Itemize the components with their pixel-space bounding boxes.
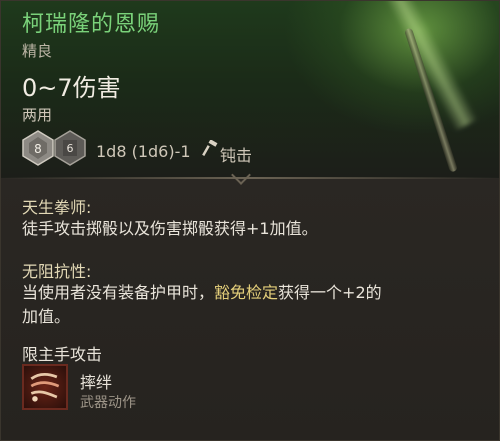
d8-die-icon: 8 <box>22 130 54 166</box>
dice-row: 8 6 1d8 (1d6)-1 钝击 <box>22 130 342 170</box>
passive-name-unarmoured: 无阻抗性: <box>22 262 92 281</box>
dice-formula: 1d8 (1d6)-1 <box>96 142 191 161</box>
action-name: 摔绊 <box>80 373 113 392</box>
passive-desc-unarmoured: 当使用者没有装备护甲时，豁免检定获得一个+2的加值。 <box>22 281 482 329</box>
item-rarity: 精良 <box>22 42 53 60</box>
d6-die-label: 6 <box>67 142 74 155</box>
glow-beam <box>380 0 479 132</box>
passive-desc-natural-brawler: 徒手攻击掷骰以及伤害掷骰获得+1加值。 <box>22 219 318 238</box>
item-damage: 0~7伤害 <box>22 74 121 102</box>
action-type: 武器动作 <box>80 395 136 411</box>
passive-desc-part: 获得一个+2的 <box>278 283 382 302</box>
passive-desc-part: 加值。 <box>22 307 71 326</box>
hammer-icon <box>202 139 218 156</box>
damage-type-label: 钝击 <box>220 146 253 165</box>
attack-restriction: 限主手攻击 <box>22 345 103 364</box>
trip-attack-icon[interactable] <box>22 364 68 410</box>
passive-desc-part: 当使用者没有装备护甲时， <box>22 283 215 302</box>
saving-throw-link[interactable]: 豁免检定 <box>214 283 278 302</box>
passive-name-natural-brawler: 天生拳师: <box>22 198 92 217</box>
item-handedness: 两用 <box>22 106 53 124</box>
d6-die-icon: 6 <box>54 130 86 166</box>
d8-die-label: 8 <box>34 142 42 156</box>
item-title: 柯瑞隆的恩赐 <box>22 12 161 37</box>
section-divider <box>0 177 500 179</box>
